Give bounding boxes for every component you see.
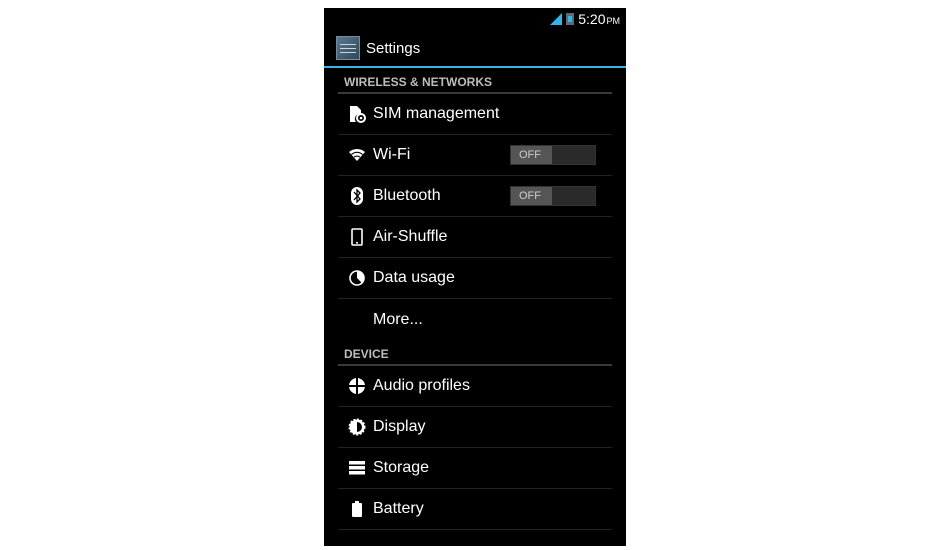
settings-item-data-usage[interactable]: Data usage <box>338 258 612 299</box>
action-bar: Settings <box>324 30 626 68</box>
display-icon <box>346 418 368 436</box>
item-label: SIM management <box>373 105 500 122</box>
item-label: Storage <box>373 459 430 476</box>
settings-item-wifi[interactable]: Wi-Fi OFF <box>338 135 612 176</box>
clock-ampm: PM <box>606 16 621 26</box>
settings-app-icon[interactable] <box>336 36 360 60</box>
signal-icon <box>550 13 563 25</box>
item-label: Display <box>373 418 426 435</box>
settings-item-display[interactable]: Display <box>338 407 612 448</box>
item-label: Battery <box>373 500 424 517</box>
audio-profiles-icon <box>346 378 368 394</box>
settings-item-battery[interactable]: Battery <box>338 489 612 530</box>
clock-time: 5:20 <box>578 11 606 27</box>
battery-icon <box>346 501 368 517</box>
section-wireless-networks: WIRELESS & NETWORKS SIM management Wi-Fi… <box>338 68 612 340</box>
page-title: Settings <box>366 39 421 57</box>
data-usage-icon <box>346 270 368 286</box>
status-bar: 5:20PM <box>324 8 626 30</box>
item-label: Air-Shuffle <box>373 228 448 245</box>
toggle-state: OFF <box>511 146 552 164</box>
item-label: Bluetooth <box>373 187 441 204</box>
settings-item-sim-management[interactable]: SIM management <box>338 94 612 135</box>
item-label: Audio profiles <box>373 377 470 394</box>
item-label: Wi-Fi <box>373 146 411 163</box>
section-device: DEVICE Audio profiles Display Storage Ba… <box>338 340 612 530</box>
sim-management-icon <box>346 105 368 123</box>
settings-item-audio-profiles[interactable]: Audio profiles <box>338 366 612 407</box>
settings-item-storage[interactable]: Storage <box>338 448 612 489</box>
settings-item-more[interactable]: More... <box>338 299 612 340</box>
item-label: Data usage <box>373 269 455 286</box>
phone-screen: 5:20PM Settings WIRELESS & NETWORKS SIM … <box>324 8 626 546</box>
clock: 5:20PM <box>578 11 620 27</box>
battery-charging-icon <box>566 13 575 25</box>
bluetooth-toggle[interactable]: OFF <box>510 186 596 206</box>
phone-icon <box>346 228 368 246</box>
settings-item-air-shuffle[interactable]: Air-Shuffle <box>338 217 612 258</box>
wifi-toggle[interactable]: OFF <box>510 145 596 165</box>
section-header: WIRELESS & NETWORKS <box>338 68 612 94</box>
settings-item-bluetooth[interactable]: Bluetooth OFF <box>338 176 612 217</box>
storage-icon <box>346 461 368 475</box>
bluetooth-icon <box>346 187 368 205</box>
item-label: More... <box>373 310 423 328</box>
toggle-state: OFF <box>511 187 552 205</box>
wifi-icon <box>346 148 368 162</box>
section-header: DEVICE <box>338 340 612 366</box>
